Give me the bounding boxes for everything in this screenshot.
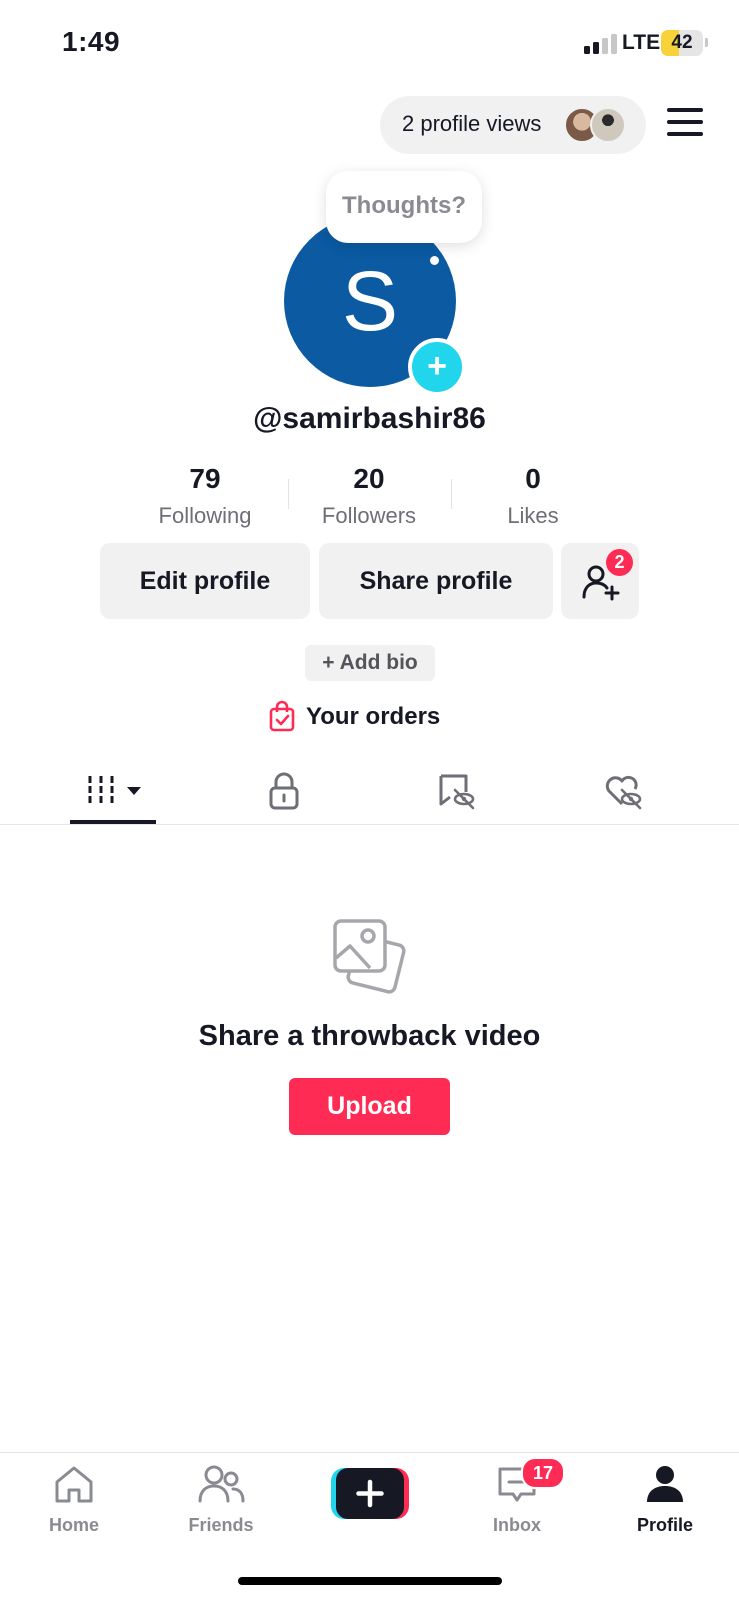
nav-home[interactable]: Home (19, 1464, 129, 1536)
username: @samirbashir86 (253, 402, 486, 435)
viewer-avatar-2 (590, 107, 626, 143)
bubble-dot (430, 256, 439, 265)
stat-likes[interactable]: 0 Likes (458, 463, 608, 529)
tab-videos[interactable] (80, 770, 150, 810)
stat-divider (451, 479, 452, 509)
lock-icon (269, 772, 299, 810)
stat-divider (288, 479, 289, 509)
tab-liked[interactable] (602, 770, 644, 812)
menu-icon[interactable] (667, 108, 703, 138)
empty-state-title: Share a throwback video (198, 1020, 541, 1052)
status-time: 1:49 (62, 26, 121, 57)
home-indicator (238, 1577, 502, 1585)
tab-private[interactable] (264, 770, 304, 812)
stat-label: Followers (321, 503, 417, 528)
nav-friends[interactable]: Friends (166, 1464, 276, 1536)
shopping-bag-icon (269, 700, 295, 732)
inbox-badge: 17 (521, 1457, 565, 1489)
friend-requests-badge: 2 (606, 549, 633, 576)
battery-tip (705, 38, 708, 47)
stat-value: 0 (525, 463, 541, 494)
thoughts-bubble[interactable]: Thoughts? (326, 171, 482, 243)
nav-profile[interactable]: Profile (610, 1464, 720, 1536)
tab-reposts[interactable] (436, 770, 478, 812)
stat-label: Likes (507, 503, 559, 528)
thoughts-text: Thoughts? (342, 192, 466, 219)
stat-following[interactable]: 79 Following (130, 463, 280, 529)
home-icon (55, 1466, 93, 1503)
add-avatar-button[interactable]: + (408, 338, 466, 396)
battery-percent: 42 (671, 32, 693, 53)
your-orders-label: Your orders (306, 703, 441, 730)
profile-views-button[interactable]: 2 profile views (380, 96, 646, 154)
share-profile-button[interactable]: Share profile (319, 543, 553, 619)
nav-divider (0, 1452, 739, 1453)
battery-icon: 42 (661, 30, 703, 56)
upload-button[interactable]: Upload (289, 1078, 450, 1135)
add-bio-button[interactable]: + Add bio (305, 645, 435, 681)
network-type: LTE (622, 31, 661, 54)
videos-grid-icon (88, 776, 141, 804)
photos-icon (333, 919, 406, 994)
signal-icon (584, 34, 617, 54)
nav-inbox-label: Inbox (493, 1515, 541, 1535)
tab-divider (0, 824, 739, 825)
nav-profile-label: Profile (636, 1515, 693, 1535)
create-button[interactable] (331, 1468, 409, 1519)
edit-profile-button[interactable]: Edit profile (100, 543, 310, 619)
nav-home-label: Home (48, 1515, 99, 1535)
add-friend-button[interactable]: 2 (561, 543, 639, 619)
hidden-heart-icon (605, 775, 642, 810)
stat-followers[interactable]: 20 Followers (294, 463, 444, 529)
profile-views-label: 2 profile views (402, 111, 542, 136)
profile-icon (647, 1466, 683, 1502)
hidden-tag-icon (439, 774, 475, 810)
stat-label: Following (158, 503, 252, 528)
friends-icon (198, 1465, 245, 1503)
stat-value: 79 (189, 463, 221, 494)
nav-friends-label: Friends (188, 1515, 254, 1535)
stat-value: 20 (353, 463, 385, 494)
